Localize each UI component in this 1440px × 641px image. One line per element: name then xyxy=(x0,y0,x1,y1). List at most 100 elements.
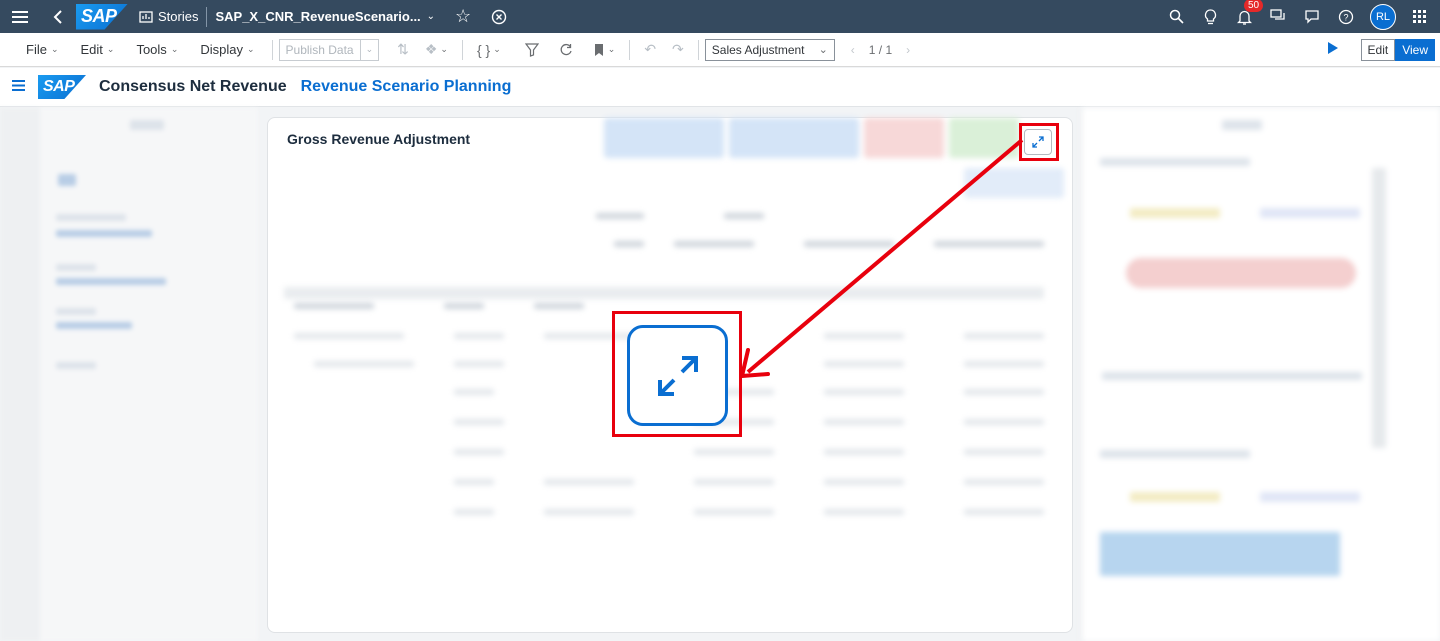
back-icon[interactable] xyxy=(48,7,68,27)
notification-badge: 50 xyxy=(1244,0,1264,12)
blurred-text xyxy=(56,214,126,221)
blurred-text xyxy=(1100,158,1250,166)
blurred-text xyxy=(824,509,904,515)
page-subtitle[interactable]: Revenue Scenario Planning xyxy=(301,78,512,96)
blurred-text xyxy=(1372,168,1386,448)
allocate-icon[interactable]: ❖ ⌄ xyxy=(417,41,456,58)
blurred-text xyxy=(1126,258,1356,288)
comments-icon[interactable] xyxy=(1268,7,1288,27)
chevron-down-icon: ⌄ xyxy=(818,44,828,56)
feedback-icon[interactable] xyxy=(1302,7,1322,27)
close-circle-icon[interactable] xyxy=(489,7,509,27)
blurred-text xyxy=(934,241,1044,247)
blurred-text xyxy=(1260,492,1360,502)
menu-display[interactable]: Display ⌄ xyxy=(189,42,265,57)
blurred-header-cell xyxy=(604,118,724,158)
pager: ‹ 1 / 1 › xyxy=(851,43,910,57)
next-page-icon[interactable]: › xyxy=(906,43,910,57)
blurred-text xyxy=(824,333,904,339)
version-select[interactable]: Sales Adjustment ⌄ xyxy=(704,38,835,61)
edit-view-toggle: Edit View xyxy=(1360,39,1435,61)
redo-icon[interactable]: ↷ xyxy=(664,41,692,58)
menu-file[interactable]: File ⌄ xyxy=(15,42,70,57)
bookmark-icon[interactable]: ⌄ xyxy=(585,43,624,57)
blurred-text xyxy=(444,303,484,309)
sap-logo: SAP xyxy=(76,3,128,30)
blurred-header-cell xyxy=(864,118,944,158)
blurred-text xyxy=(454,361,504,367)
blurred-text xyxy=(314,361,414,367)
formula-button[interactable]: { } ⌄ xyxy=(469,42,509,58)
view-mode-button[interactable]: View xyxy=(1395,39,1435,61)
blurred-text xyxy=(1100,532,1340,576)
blurred-text xyxy=(694,509,774,515)
version-select-value: Sales Adjustment xyxy=(711,42,805,57)
blurred-text xyxy=(1130,492,1220,502)
blurred-text xyxy=(824,419,904,425)
blurred-header-cell xyxy=(964,168,1064,198)
chevron-down-icon: ⌄ xyxy=(50,44,59,54)
blurred-text xyxy=(964,509,1044,515)
chevron-down-icon[interactable]: ⌄ xyxy=(427,11,435,22)
chevron-down-icon[interactable]: ⌄ xyxy=(359,39,379,60)
svg-text:?: ? xyxy=(1343,12,1348,22)
blurred-text xyxy=(1100,450,1250,458)
highlight-box xyxy=(1019,123,1059,161)
story-title[interactable]: SAP_X_CNR_RevenueScenario... xyxy=(215,9,420,24)
blurred-text xyxy=(824,479,904,485)
help-icon[interactable]: ? xyxy=(1336,7,1356,27)
blurred-text xyxy=(534,303,584,309)
left-panel-blurred xyxy=(0,108,258,641)
previous-page-icon[interactable]: ‹ xyxy=(851,43,855,57)
search-icon[interactable] xyxy=(1166,7,1186,27)
blurred-text xyxy=(964,449,1044,455)
undo-icon[interactable]: ↶ xyxy=(636,41,664,58)
left-rail xyxy=(0,108,40,641)
blurred-text xyxy=(130,120,164,130)
blurred-text xyxy=(724,213,764,219)
menu-tools-label: Tools xyxy=(136,42,167,57)
refresh-icon[interactable] xyxy=(551,43,581,57)
menu-edit[interactable]: Edit ⌄ xyxy=(70,42,126,57)
menu-edit-label: Edit xyxy=(80,42,103,57)
menu-icon[interactable] xyxy=(10,7,30,27)
blurred-text xyxy=(694,479,774,485)
divider xyxy=(206,6,208,27)
notifications-icon[interactable]: 50 xyxy=(1234,0,1264,27)
chevron-down-icon: ⌄ xyxy=(607,44,616,54)
edit-mode-button[interactable]: Edit xyxy=(1360,39,1396,61)
blurred-header-cell xyxy=(729,118,859,158)
page-title: Consensus Net Revenue xyxy=(99,78,287,95)
chevron-down-icon: ⌄ xyxy=(246,44,255,54)
publish-data-label: Publish Data xyxy=(285,42,354,57)
blurred-text xyxy=(1260,208,1360,218)
lightbulb-icon[interactable] xyxy=(1200,7,1220,27)
filter-icon[interactable] xyxy=(517,42,547,57)
card-title: Gross Revenue Adjustment xyxy=(287,131,471,147)
sap-logo-text: SAP xyxy=(43,78,75,95)
publish-data-button[interactable]: Publish Data ⌄ xyxy=(278,38,380,61)
blurred-text xyxy=(454,509,494,515)
sap-logo-text: SAP xyxy=(81,6,117,26)
data-action-icon[interactable]: ⇅ xyxy=(389,41,417,58)
product-switch-icon[interactable] xyxy=(1410,7,1430,27)
menu-tools[interactable]: Tools ⌄ xyxy=(125,42,189,57)
expand-icon xyxy=(657,355,698,396)
stories-link[interactable]: Stories xyxy=(158,9,198,24)
divider xyxy=(629,39,631,60)
blurred-text xyxy=(964,333,1044,339)
blurred-text xyxy=(674,241,754,247)
play-icon[interactable] xyxy=(1328,42,1338,54)
stories-icon[interactable] xyxy=(136,7,156,27)
shell-actions: 50 ? RL xyxy=(1166,0,1430,30)
blurred-text xyxy=(294,303,374,309)
blurred-text xyxy=(1102,372,1362,380)
blurred-text xyxy=(964,419,1044,425)
blurred-text xyxy=(1222,120,1262,130)
blurred-text xyxy=(694,449,774,455)
page-header: SAP Consensus Net Revenue Revenue Scenar… xyxy=(0,68,1440,107)
menu-icon[interactable] xyxy=(12,78,25,96)
avatar[interactable]: RL xyxy=(1370,3,1396,30)
expand-icon-zoomed xyxy=(627,325,728,426)
star-icon[interactable]: ☆ xyxy=(453,6,473,27)
